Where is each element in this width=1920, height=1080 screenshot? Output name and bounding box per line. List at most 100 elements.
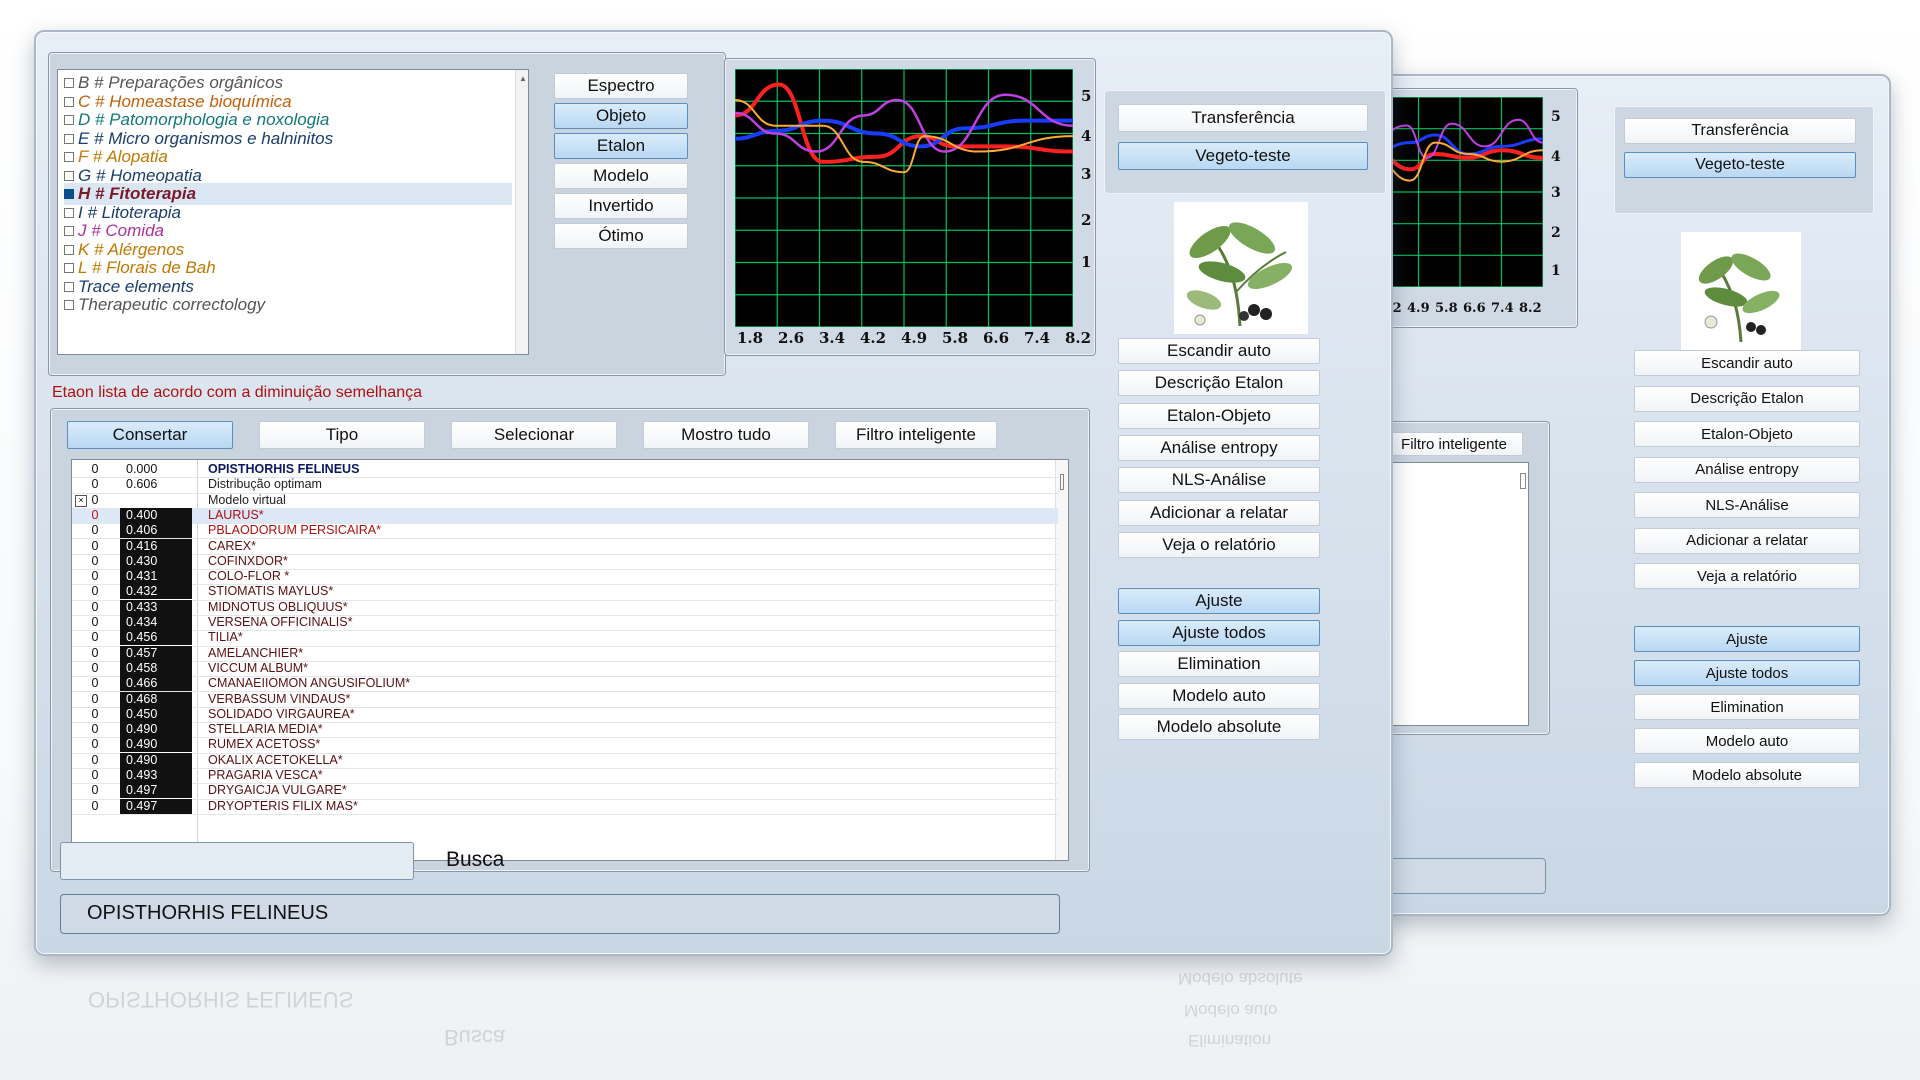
result-list[interactable]: 0 0.000 OPISTHORHIS FELINEUS 0 0.606 Distribu… [71,459,1069,861]
model-auto-button[interactable]: Modelo auto [1118,682,1320,709]
result-row[interactable]: 0 0.450 SOLIDADO VIRGAUREA* [72,706,1058,724]
result-row[interactable]: 0 0.406 PBLAODORUM PERSICAIRA* [72,523,1058,540]
w2-add-report-button[interactable]: Adicionar a relatar [1634,527,1860,554]
w2-transfer-button[interactable]: Transferência [1624,118,1856,144]
model-absolute-button[interactable]: Modelo absolute [1118,714,1320,740]
view-spectrum-button[interactable]: Espectro [554,73,688,99]
result-row[interactable]: 0 0.456 TILIA* [72,630,1058,647]
etalon-description-button[interactable]: Descrição Etalon [1118,370,1320,397]
category-checkbox[interactable] [64,115,74,125]
tab-consertar[interactable]: Consertar [67,421,233,449]
tab-filtro-inteligente[interactable]: Filtro inteligente [835,421,997,449]
category-checkbox[interactable] [64,78,74,88]
result-row[interactable]: 0 0.490 STELLARIA MEDIA* [72,722,1058,739]
result-row[interactable]: 0 0.466 CMANAEIIOMON ANGUSIFOLIUM* [72,676,1058,693]
x-tick-label: 4.2 [860,329,887,347]
category-checkbox[interactable] [64,281,74,292]
result-row[interactable]: 0 0.490 OKALIX ACETOKELLA* [72,752,1058,769]
y-tick-label: 2 [1081,211,1092,229]
w2-etalon-description-button[interactable]: Descrição Etalon [1634,385,1860,412]
result-row[interactable]: 0 0.468 VERBASSUM VINDAUS* [72,691,1058,708]
category-checkbox[interactable] [64,152,74,162]
adjust-button[interactable]: Ajuste [1118,588,1320,614]
w2-scan-auto-button[interactable]: Escandir auto [1634,350,1860,376]
result-row[interactable]: 0 0.490 RUMEX ACETOSS* [72,737,1058,754]
result-row[interactable]: 0 0.432 STIOMATIS MAYLUS* [72,584,1058,601]
row-value: 0.458 [120,660,192,676]
w2-tab-filtro[interactable]: Filtro inteligente [1385,432,1523,456]
row-name: SOLIDADO VIRGAUREA* [208,706,355,721]
w2-adjust-all-button[interactable]: Ajuste todos [1634,660,1860,686]
category-checkbox[interactable] [64,244,74,255]
result-row[interactable]: × 0 Modelo virtual [72,493,1058,509]
row-count: 0 [91,615,99,629]
category-checkbox[interactable] [64,263,74,273]
category-checkbox[interactable] [64,189,74,199]
result-row[interactable]: 0 0.416 CAREX* [72,538,1058,555]
w2-result-list[interactable] [1377,462,1529,726]
elimination-button[interactable]: Elimination [1118,651,1320,677]
row-count: 0 [91,768,99,782]
category-scrollbar[interactable]: ▲ [515,70,528,354]
x-tick-label: 8.2 [1065,329,1092,347]
scroll-up-icon[interactable]: ▲ [519,74,527,83]
result-row[interactable]: 0 0.400 LAURUS* [72,507,1058,525]
w2-adjust-button[interactable]: Ajuste [1634,626,1860,652]
nls-analysis-button[interactable]: NLS-Análise [1118,467,1320,494]
row-name: VERBASSUM VINDAUS* [208,691,351,706]
search-input[interactable] [60,842,414,880]
w2-entropy-button[interactable]: Análise entropy [1634,456,1860,483]
view-object-button[interactable]: Objeto [554,103,688,129]
entropy-analysis-button[interactable]: Análise entropy [1118,434,1320,461]
category-checkbox[interactable] [64,96,74,107]
result-row[interactable]: 0 0.433 MIDNOTUS OBLIQUUS* [72,599,1058,616]
result-row[interactable]: 0 0.431 COLO-FLOR * [72,569,1058,586]
row-value: 0.493 [120,768,192,783]
category-checkbox[interactable] [64,300,74,310]
result-row[interactable]: 0 0.606 Distribução optimam [72,477,1058,494]
scroll-thumb[interactable] [1060,474,1064,490]
tab-selecionar[interactable]: Selecionar [451,421,617,449]
w2-nls-button[interactable]: NLS-Análise [1634,492,1860,518]
result-row[interactable]: 0 0.493 PRAGARIA VESCA* [72,768,1058,785]
etalon-object-button[interactable]: Etalon-Objeto [1118,402,1320,429]
tab-mostro-tudo[interactable]: Mostro tudo [643,421,809,449]
view-report-button[interactable]: Veja o relatório [1118,531,1320,558]
category-checkbox[interactable] [64,226,74,236]
scan-auto-button[interactable]: Escandir auto [1118,338,1320,364]
result-row[interactable]: 0 0.497 DRYOPTERIS FILIX MAS* [72,798,1058,815]
category-checkbox[interactable] [64,133,74,144]
vegeto-test-button[interactable]: Vegeto-teste [1118,142,1368,170]
row-count: 0 [91,569,99,584]
view-etalon-button[interactable]: Etalon [554,133,688,159]
view-model-button[interactable]: Modelo [554,163,688,189]
w2-vegeto-button[interactable]: Vegeto-teste [1624,152,1856,178]
w2-etalon-object-button[interactable]: Etalon-Objeto [1634,421,1860,447]
result-row[interactable]: 0 0.457 AMELANCHIER* [72,645,1058,662]
category-list[interactable]: ▲ B # Preparações orgânicos C # Homeastas… [57,69,529,355]
view-optimal-button[interactable]: Ótimo [554,223,688,249]
tab-tipo[interactable]: Tipo [259,421,425,449]
result-row[interactable]: 0 0.458 VICCUM ALBUM* [72,660,1058,678]
w2-model-auto-button[interactable]: Modelo auto [1634,728,1860,754]
result-row[interactable]: 0 0.434 VERSENA OFFICINALIS* [72,615,1058,632]
row-value: 0.490 [120,722,192,738]
status-caption: Etaon lista de acordo com a diminuição s… [52,384,422,401]
row-checkbox[interactable]: × [75,494,87,507]
adjust-all-button[interactable]: Ajuste todos [1118,619,1320,646]
window-reflection: OPISTHORHIS FELINEUS Busca Modelo absolu… [34,960,1494,1080]
category-checkbox[interactable] [64,170,74,181]
add-to-report-button[interactable]: Adicionar a relatar [1118,499,1320,526]
w2-elimination-button[interactable]: Elimination [1634,694,1860,720]
category-item[interactable]: Therapeutic correctology [64,294,265,316]
result-row[interactable]: 0 0.497 DRYGAICJA VULGARE* [72,783,1058,800]
view-inverted-button[interactable]: Invertido [554,193,688,219]
w2-scrollbar[interactable] [1520,473,1526,489]
result-row[interactable]: 0 0.430 COFINXDOR* [72,553,1058,571]
transfer-button[interactable]: Transferência [1118,104,1368,132]
row-count: 0 [91,523,99,538]
w2-view-report-button[interactable]: Veja a relatório [1634,563,1860,589]
w2-model-absolute-button[interactable]: Modelo absolute [1634,762,1860,788]
category-checkbox[interactable] [64,207,74,218]
result-row[interactable]: 0 0.000 OPISTHORHIS FELINEUS [72,462,1058,479]
